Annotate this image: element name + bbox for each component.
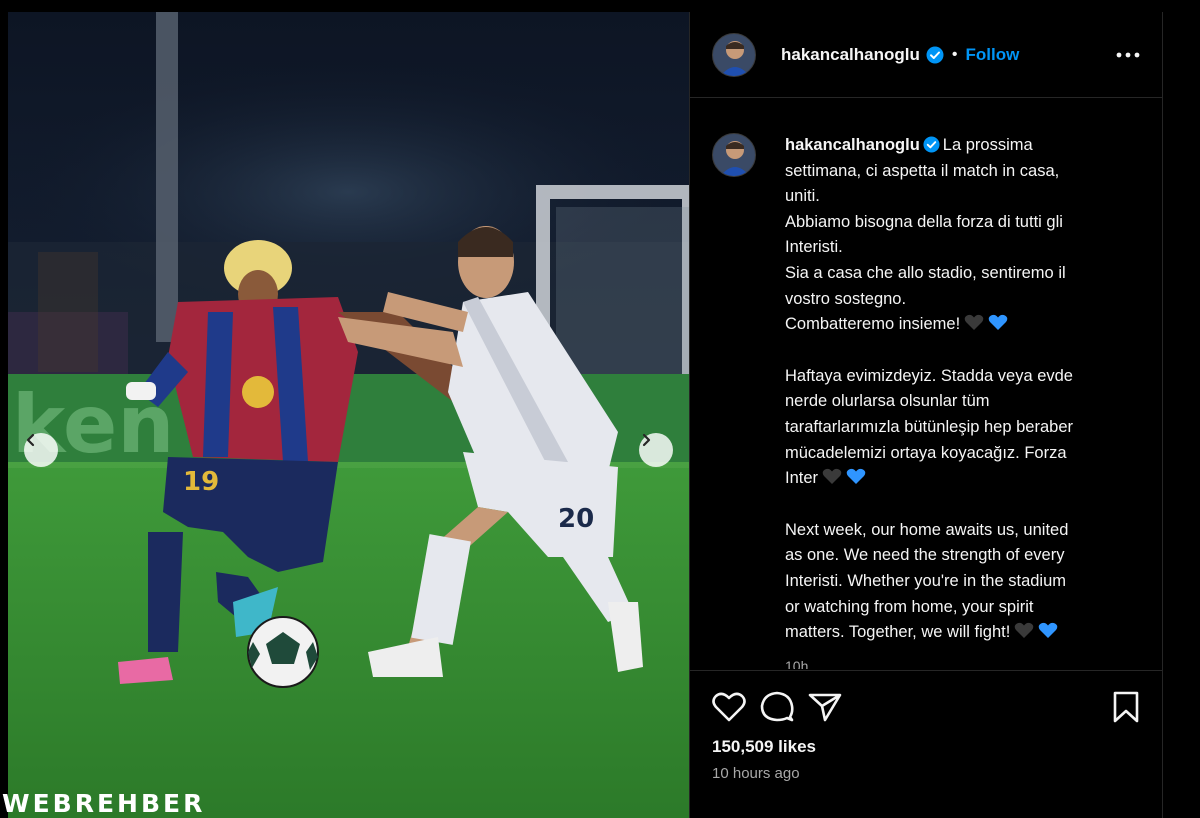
black-heart-icon — [964, 314, 984, 331]
likes-count[interactable]: 150,509 likes — [690, 723, 1162, 757]
caption-english: Next week, our home awaits us, united as… — [785, 518, 1135, 646]
heart-icon[interactable] — [712, 692, 746, 722]
caption-avatar[interactable] — [712, 133, 756, 177]
caption-username[interactable]: hakancalhanoglu — [785, 136, 920, 154]
match-photo: ken 19 20 — [8, 12, 689, 818]
caption-text: hakancalhanoglu La prossima settimana, ci… — [785, 133, 1135, 669]
avatar-image — [713, 134, 755, 176]
black-heart-icon — [822, 468, 842, 485]
post-timestamp[interactable]: 10 hours ago — [690, 757, 1162, 782]
jersey-number-20: 20 — [558, 504, 594, 534]
post-header: hakancalhanoglu • Follow — [690, 12, 1162, 98]
chevron-right-icon — [642, 433, 651, 447]
avatar[interactable] — [712, 32, 756, 77]
follow-button[interactable]: Follow — [965, 45, 1019, 65]
comment-icon[interactable] — [760, 691, 794, 723]
blue-heart-icon — [846, 468, 866, 485]
blue-heart-icon — [988, 314, 1008, 331]
chevron-left-icon — [26, 433, 35, 447]
post-sidebar: hakancalhanoglu • Follow hakancalhanoglu… — [689, 12, 1163, 818]
caption-italian-text: La prossima settimana, ci aspetta il mat… — [785, 136, 1066, 334]
caption-timestamp[interactable]: 10h — [785, 654, 1135, 669]
header-separator: • — [951, 45, 958, 63]
avatar-image — [713, 33, 755, 76]
bookmark-icon[interactable] — [1112, 691, 1140, 723]
caption-italian: hakancalhanoglu La prossima settimana, ci… — [785, 133, 1135, 338]
black-heart-icon — [1015, 622, 1034, 639]
carousel-next-button[interactable] — [639, 433, 673, 467]
blue-heart-icon — [1039, 622, 1058, 639]
header-username[interactable]: hakancalhanoglu — [781, 45, 920, 65]
share-icon[interactable] — [808, 692, 842, 722]
carousel-prev-button[interactable] — [24, 433, 58, 467]
page-margin — [1163, 0, 1200, 818]
more-icon[interactable] — [1116, 52, 1140, 58]
caption-section: hakancalhanoglu La prossima settimana, ci… — [690, 99, 1162, 669]
verified-badge-icon — [926, 46, 944, 63]
caption-turkish: Haftaya evimizdeyiz. Stadda veya evde ne… — [785, 364, 1135, 492]
football — [247, 616, 319, 688]
watermark: WEBREHBER — [2, 789, 206, 818]
verified-badge-icon — [923, 136, 940, 153]
post-media[interactable]: ken 19 20 — [8, 12, 689, 818]
jersey-number-19: 19 — [183, 467, 219, 497]
post-actions: 150,509 likes 10 hours ago — [690, 670, 1162, 818]
